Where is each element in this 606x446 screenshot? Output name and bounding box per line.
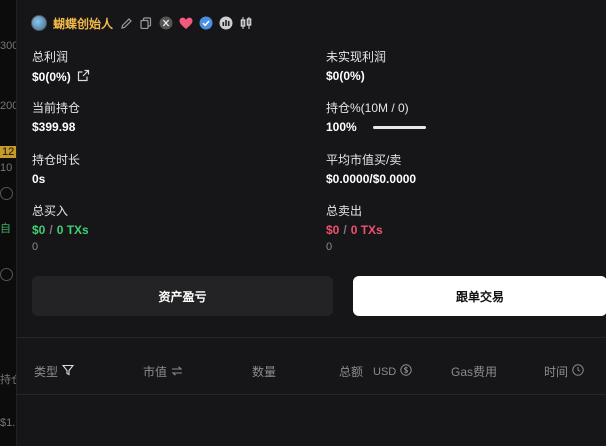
- usd-icon[interactable]: [400, 364, 412, 379]
- total-buy-label: 总买入: [32, 204, 69, 218]
- wallet-detail-panel: 蝴蝶创始人 总利润 $0(0%) 未实现利润 $0(0%) 当前持仓 $399.…: [16, 0, 606, 446]
- total-sell-label: 总卖出: [326, 204, 363, 218]
- total-sell-count: 0: [326, 241, 333, 253]
- unrealized-pnl-label: 未实现利润: [326, 50, 387, 64]
- col-quantity: 数量: [252, 363, 276, 380]
- copy-icon[interactable]: [139, 16, 153, 30]
- separator: /: [343, 223, 347, 237]
- holding-percent: 持仓%(10M / 0) 100%: [326, 99, 426, 134]
- bg-fragment: 自: [0, 223, 11, 235]
- heart-icon[interactable]: [179, 16, 193, 30]
- total-sell: 总卖出 $0 / 0 TXs 0: [326, 202, 383, 253]
- total-pnl-value: $0(0%): [32, 70, 71, 84]
- holding-percent-value: 100%: [326, 120, 357, 134]
- avg-market-cap-value: $0.0000/$0.0000: [326, 172, 417, 186]
- bg-fragment: 200: [0, 100, 16, 112]
- bg-fragment: 300: [0, 40, 16, 52]
- clock-icon[interactable]: [572, 364, 584, 379]
- total-sell-amount: $0: [326, 223, 340, 237]
- divider: [17, 394, 606, 395]
- col-type-label: 类型: [34, 365, 59, 379]
- holding-time-value: 0s: [32, 172, 46, 186]
- total-pnl-label: 总利润: [32, 50, 69, 64]
- external-link-icon[interactable]: [77, 69, 90, 85]
- unrealized-pnl-value: $0(0%): [326, 69, 365, 83]
- swap-icon[interactable]: [171, 365, 183, 379]
- avg-market-cap: 平均市值买/卖 $0.0000/$0.0000: [326, 151, 416, 186]
- separator: /: [49, 223, 53, 237]
- avatar: [31, 15, 47, 31]
- divider: [17, 337, 606, 338]
- candles-icon[interactable]: [239, 16, 253, 30]
- chart-icon[interactable]: [219, 16, 233, 30]
- col-gas-fee: Gas费用: [451, 363, 497, 380]
- bg-fragment: 10: [0, 162, 13, 174]
- col-gas-fee-label: Gas费用: [451, 365, 498, 379]
- col-market-cap-label: 市值: [143, 365, 168, 379]
- bg-fragment: 12: [0, 146, 16, 158]
- bg-circle-icon: [0, 187, 13, 200]
- total-sell-txs: 0 TXs: [350, 223, 383, 237]
- total-buy-count: 0: [32, 241, 39, 253]
- wallet-name[interactable]: 蝴蝶创始人: [53, 15, 113, 32]
- x-twitter-icon[interactable]: [159, 16, 173, 30]
- avg-market-cap-label: 平均市值买/卖: [326, 153, 402, 167]
- holding-progress-bar: [372, 125, 426, 129]
- total-buy: 总买入 $0 / 0 TXs 0: [32, 202, 89, 253]
- current-holding: 当前持仓 $399.98: [32, 99, 80, 134]
- current-holding-label: 当前持仓: [32, 101, 81, 115]
- bg-fragment: $1.: [0, 417, 16, 429]
- holding-time: 持仓时长 0s: [32, 151, 80, 186]
- background-panel: 300 200 12 10 自 持仓 $1.: [0, 0, 16, 446]
- holding-progress-fill: [372, 125, 426, 129]
- bg-fragment: 持仓: [0, 374, 16, 386]
- filter-icon[interactable]: [61, 364, 75, 379]
- col-total-currency: USD: [373, 365, 397, 378]
- col-total-label: 总额: [339, 365, 364, 379]
- asset-pnl-button[interactable]: 资产盈亏: [32, 276, 333, 316]
- col-total[interactable]: 总额 USD: [339, 363, 412, 380]
- col-market-cap[interactable]: 市值: [143, 363, 183, 380]
- col-type[interactable]: 类型: [34, 363, 75, 380]
- trades-table-header: 类型 市值 数量 总额 USD Gas费用 时间: [17, 352, 606, 388]
- wallet-header: 蝴蝶创始人: [31, 14, 253, 32]
- col-quantity-label: 数量: [252, 365, 277, 379]
- col-time-label: 时间: [544, 365, 569, 379]
- total-buy-amount: $0: [32, 223, 46, 237]
- holding-time-label: 持仓时长: [32, 153, 81, 167]
- holding-percent-label: 持仓%(10M / 0): [326, 101, 409, 115]
- col-time[interactable]: 时间: [544, 363, 584, 380]
- current-holding-value: $399.98: [32, 120, 76, 134]
- total-buy-txs: 0 TXs: [56, 223, 89, 237]
- unrealized-pnl: 未实现利润 $0(0%): [326, 48, 386, 83]
- edit-icon[interactable]: [119, 16, 133, 30]
- bg-gear-icon: [0, 268, 13, 281]
- total-pnl: 总利润 $0(0%): [32, 48, 90, 85]
- copy-trade-button[interactable]: 跟单交易: [353, 276, 606, 316]
- verified-icon: [199, 16, 213, 30]
